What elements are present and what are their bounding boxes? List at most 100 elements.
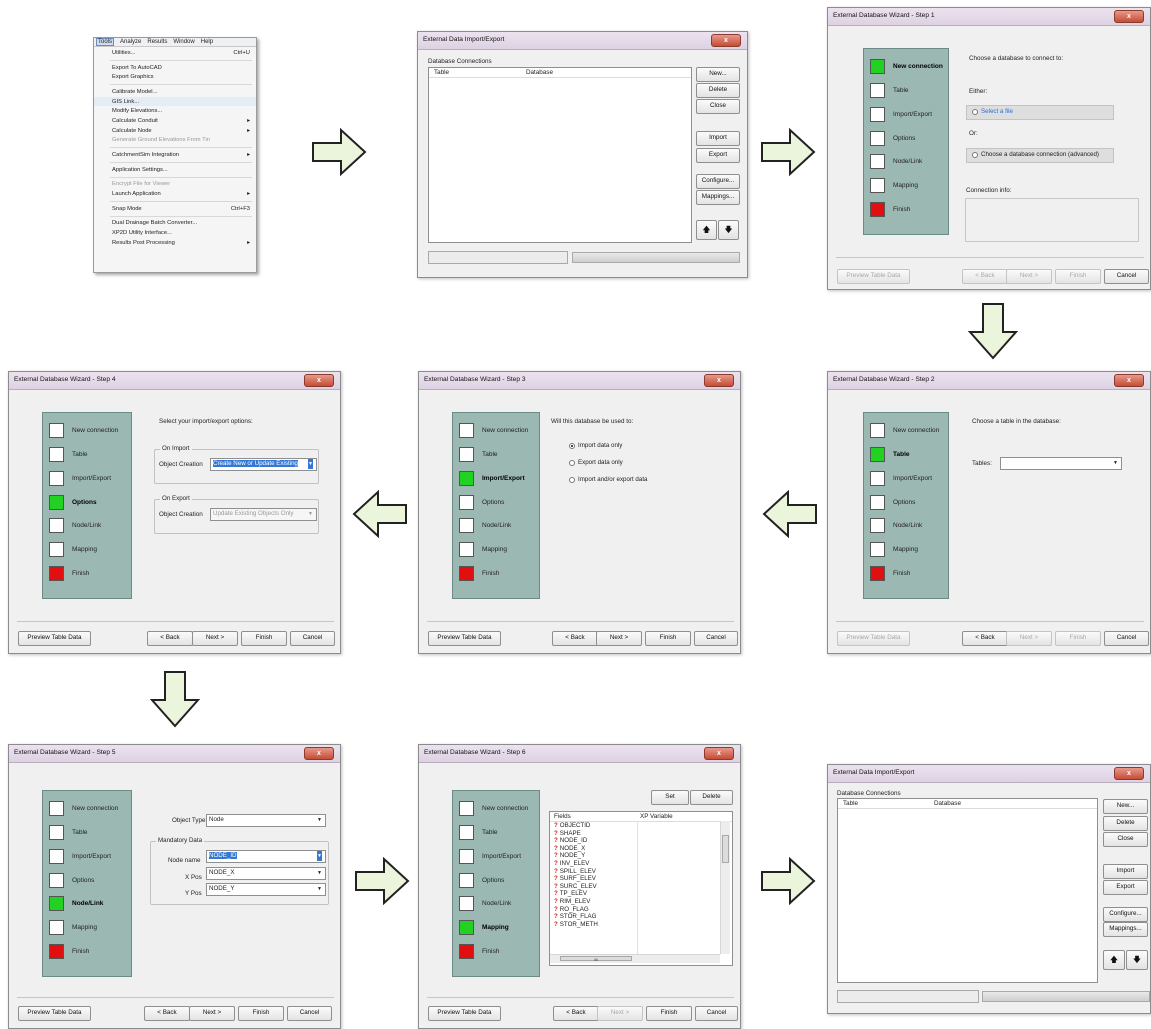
close-button[interactable]: Close	[1103, 832, 1148, 847]
cancel-button[interactable]: Cancel	[1104, 631, 1149, 646]
next-button[interactable]: Next >	[597, 1006, 643, 1021]
back-button[interactable]: < Back	[962, 269, 1008, 284]
move-down-button[interactable]: 🡇	[718, 220, 739, 240]
close-window-button[interactable]: x	[1114, 10, 1144, 23]
back-button[interactable]: < Back	[552, 631, 598, 646]
delete-button[interactable]: Delete	[690, 790, 733, 805]
close-window-button[interactable]: x	[711, 34, 741, 47]
menu-window[interactable]: Window	[173, 39, 194, 45]
new-button[interactable]: New...	[696, 67, 740, 82]
close-window-button[interactable]: x	[1114, 767, 1144, 780]
menu-item[interactable]: GIS Link...	[94, 96, 256, 107]
column-table[interactable]: Table	[843, 800, 858, 807]
x-pos-dropdown[interactable]: NODE_X ▼	[206, 867, 326, 880]
close-window-button[interactable]: x	[704, 747, 734, 760]
close-button[interactable]: Close	[696, 99, 740, 114]
menu-item[interactable]: Export To AutoCAD	[94, 63, 256, 73]
field-mapping-list[interactable]: Fields XP Variable ? OBJECTID? SHAPE? NODE_…	[549, 811, 733, 966]
cancel-button[interactable]: Cancel	[287, 1006, 332, 1021]
import-object-creation-dropdown[interactable]: Create New or Update Existing ▼	[210, 458, 317, 471]
y-pos-dropdown[interactable]: NODE_Y ▼	[206, 883, 326, 896]
finish-button[interactable]: Finish	[646, 1006, 692, 1021]
menu-item[interactable]: Calibrate Model...	[94, 87, 256, 97]
menu-item[interactable]: Calculate Conduit ▸	[94, 116, 256, 126]
tables-dropdown[interactable]: ▼	[1000, 457, 1122, 470]
field-row[interactable]: ? SURC_ELEV	[554, 883, 597, 891]
preview-table-data-button[interactable]: Preview Table Data	[428, 631, 501, 646]
field-row[interactable]: ? INV_ELEV	[554, 860, 589, 868]
move-down-button[interactable]: 🡇	[1126, 950, 1148, 970]
connections-list[interactable]: Table Database	[428, 67, 692, 243]
configure-button[interactable]: Configure...	[696, 174, 740, 189]
close-window-button[interactable]: x	[1114, 374, 1144, 387]
scroll-thumb[interactable]	[722, 835, 729, 863]
next-button[interactable]: Next >	[192, 631, 238, 646]
vertical-scrollbar[interactable]	[720, 821, 730, 954]
menu-item[interactable]: Calculate Node ▸	[94, 126, 256, 136]
delete-button[interactable]: Delete	[1103, 816, 1148, 831]
field-row[interactable]: ? RIM_ELEV	[554, 898, 590, 906]
import-export-radio[interactable]: Import and/or export data	[569, 476, 647, 483]
move-up-button[interactable]: 🡅	[696, 220, 717, 240]
back-button[interactable]: < Back	[147, 631, 193, 646]
field-row[interactable]: ? OBJECTID	[554, 822, 590, 830]
object-type-dropdown[interactable]: Node ▼	[206, 814, 326, 827]
menu-item[interactable]: Snap Mode Ctrl+F3	[94, 204, 256, 214]
close-window-button[interactable]: x	[304, 747, 334, 760]
column-database[interactable]: Database	[934, 800, 961, 807]
field-row[interactable]: ? STOR_FLAG	[554, 913, 596, 921]
back-button[interactable]: < Back	[962, 631, 1008, 646]
finish-button[interactable]: Finish	[1055, 269, 1101, 284]
finish-button[interactable]: Finish	[241, 631, 287, 646]
export-button[interactable]: Export	[696, 148, 740, 163]
column-database[interactable]: Database	[526, 69, 553, 76]
next-button[interactable]: Next >	[1006, 269, 1052, 284]
move-up-button[interactable]: 🡅	[1103, 950, 1125, 970]
field-row[interactable]: ? RO_FLAG	[554, 906, 589, 914]
preview-table-data-button[interactable]: Preview Table Data	[837, 631, 910, 646]
field-row[interactable]: ? STOR_METH	[554, 921, 598, 929]
import-only-radio[interactable]: Import data only	[569, 442, 622, 449]
menu-item[interactable]: Results Post Processing ▸	[94, 238, 256, 248]
horizontal-scrollbar[interactable]: III	[550, 954, 720, 963]
export-button[interactable]: Export	[1103, 880, 1148, 895]
node-name-dropdown[interactable]: NODE_ID ▼	[206, 850, 326, 863]
column-fields[interactable]: Fields	[554, 813, 571, 820]
finish-button[interactable]: Finish	[1055, 631, 1101, 646]
preview-table-data-button[interactable]: Preview Table Data	[428, 1006, 501, 1021]
finish-button[interactable]: Finish	[645, 631, 691, 646]
close-window-button[interactable]: x	[304, 374, 334, 387]
export-only-radio[interactable]: Export data only	[569, 459, 623, 466]
back-button[interactable]: < Back	[553, 1006, 599, 1021]
connections-list[interactable]: Table Database	[837, 798, 1098, 983]
set-button[interactable]: Set	[651, 790, 689, 805]
column-xp-variable[interactable]: XP Variable	[640, 813, 673, 820]
next-button[interactable]: Next >	[189, 1006, 235, 1021]
menu-item[interactable]: Dual Drainage Batch Converter...	[94, 219, 256, 229]
preview-table-data-button[interactable]: Preview Table Data	[837, 269, 910, 284]
mappings-button[interactable]: Mappings...	[1103, 922, 1148, 937]
field-row[interactable]: ? SPILL_ELEV	[554, 868, 596, 876]
field-row[interactable]: ? NODE_X	[554, 845, 585, 853]
back-button[interactable]: < Back	[144, 1006, 190, 1021]
menu-item[interactable]: Launch Application ▸	[94, 189, 256, 199]
select-file-option[interactable]: Select a file	[966, 105, 1114, 120]
close-window-button[interactable]: x	[704, 374, 734, 387]
menu-help[interactable]: Help	[201, 39, 213, 45]
cancel-button[interactable]: Cancel	[694, 631, 738, 646]
column-table[interactable]: Table	[434, 69, 449, 76]
next-button[interactable]: Next >	[596, 631, 642, 646]
configure-button[interactable]: Configure...	[1103, 907, 1148, 922]
cancel-button[interactable]: Cancel	[290, 631, 335, 646]
next-button[interactable]: Next >	[1006, 631, 1052, 646]
preview-table-data-button[interactable]: Preview Table Data	[18, 631, 91, 646]
menu-item[interactable]: Modify Elevations...	[94, 106, 256, 116]
preview-table-data-button[interactable]: Preview Table Data	[18, 1006, 91, 1021]
choose-connection-option[interactable]: Choose a database connection (advanced)	[966, 148, 1114, 163]
import-button[interactable]: Import	[1103, 864, 1148, 879]
menu-item[interactable]: Utilities... Ctrl+U	[94, 48, 256, 58]
export-object-creation-dropdown[interactable]: Update Existing Objects Only ▼	[210, 508, 317, 521]
mappings-button[interactable]: Mappings...	[696, 190, 740, 205]
cancel-button[interactable]: Cancel	[695, 1006, 738, 1021]
new-button[interactable]: New...	[1103, 799, 1148, 814]
